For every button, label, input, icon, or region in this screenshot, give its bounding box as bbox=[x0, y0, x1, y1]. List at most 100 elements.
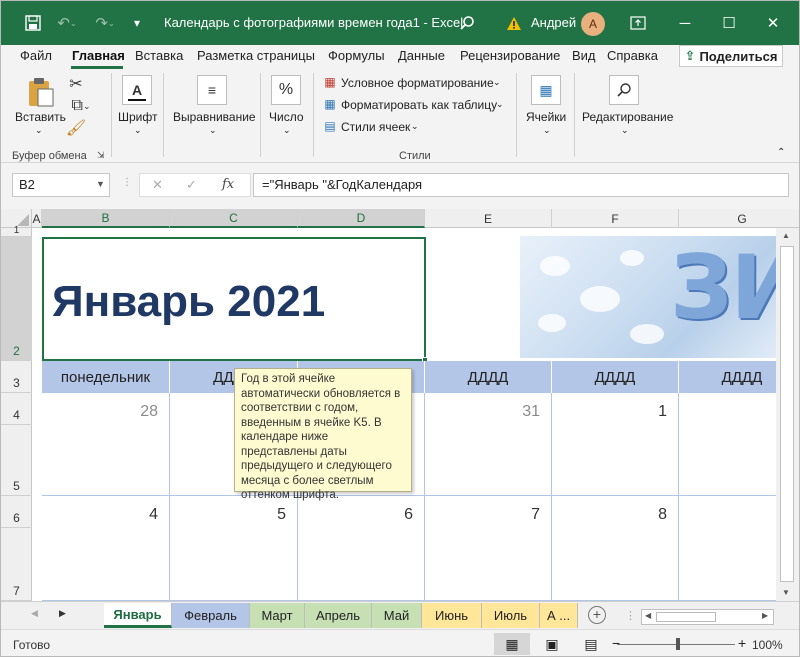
tab-view[interactable]: Вид bbox=[572, 48, 596, 63]
row-header-5[interactable]: 5 bbox=[1, 425, 32, 496]
clipboard-launcher-icon[interactable]: ⇲ bbox=[97, 150, 105, 161]
alignment-dropdown-icon[interactable]: ⌄ bbox=[209, 125, 217, 136]
sheet-tab-january[interactable]: Январь bbox=[104, 603, 172, 628]
cell-styles-dropdown-icon[interactable]: ⌄ bbox=[411, 121, 419, 132]
avatar[interactable]: А bbox=[581, 12, 605, 36]
scroll-up-icon[interactable]: ▲ bbox=[782, 231, 790, 240]
vertical-scrollbar[interactable]: ▲ ▼ bbox=[776, 228, 799, 601]
row-header-7[interactable]: 7 bbox=[1, 528, 32, 601]
page-break-view-icon[interactable]: ▤ bbox=[576, 633, 606, 655]
share-button[interactable]: ⇪ Поделиться bbox=[679, 45, 783, 67]
zoom-level[interactable]: 100% bbox=[752, 638, 783, 652]
format-as-table-dropdown-icon[interactable]: ⌄ bbox=[496, 99, 504, 110]
collapse-ribbon-icon[interactable]: ⌃ bbox=[777, 147, 785, 158]
warning-icon[interactable] bbox=[504, 11, 524, 35]
search-icon[interactable] bbox=[457, 11, 477, 35]
paste-dropdown-icon[interactable]: ⌄ bbox=[35, 125, 43, 136]
tab-data[interactable]: Данные bbox=[398, 48, 445, 63]
maximize-icon[interactable]: ☐ bbox=[717, 11, 741, 35]
zoom-out-icon[interactable]: − bbox=[612, 635, 620, 651]
number-label[interactable]: Число bbox=[269, 110, 304, 124]
normal-view-icon[interactable]: ▦ bbox=[494, 633, 530, 655]
row-header-1[interactable]: 1 bbox=[1, 225, 32, 237]
editing-label[interactable]: Редактирование bbox=[582, 110, 673, 124]
save-icon[interactable] bbox=[21, 11, 45, 35]
tab-page-layout[interactable]: Разметка страницы bbox=[197, 48, 315, 63]
column-header-d[interactable]: D bbox=[298, 209, 425, 228]
paste-icon[interactable] bbox=[23, 75, 59, 109]
page-layout-view-icon[interactable]: ▣ bbox=[537, 633, 567, 655]
tab-review[interactable]: Рецензирование bbox=[460, 48, 560, 63]
column-header-f[interactable]: F bbox=[552, 209, 679, 228]
calendar-day-cell[interactable]: 8 bbox=[552, 496, 679, 601]
calendar-day-cell[interactable]: 6 bbox=[298, 496, 425, 601]
day-header[interactable]: ДДДД bbox=[552, 361, 679, 393]
zoom-slider-thumb[interactable] bbox=[676, 638, 680, 650]
conditional-formatting-dropdown-icon[interactable]: ⌄ bbox=[493, 77, 501, 88]
row-header-4[interactable]: 4 bbox=[1, 393, 32, 425]
calendar-day-cell[interactable]: 1 bbox=[552, 393, 679, 496]
cell-styles-icon[interactable]: ▤ bbox=[322, 118, 338, 134]
cells-label[interactable]: Ячейки bbox=[526, 110, 566, 124]
font-label[interactable]: Шрифт bbox=[118, 110, 157, 124]
ribbon-display-icon[interactable] bbox=[627, 11, 649, 35]
paste-label[interactable]: Вставить bbox=[15, 110, 66, 124]
sheet-tab-may[interactable]: Май bbox=[372, 603, 422, 628]
row-header-6[interactable]: 6 bbox=[1, 496, 32, 528]
day-header[interactable]: ДДДД bbox=[679, 361, 776, 393]
column-header-b[interactable]: B bbox=[42, 209, 170, 228]
row-header-3[interactable]: 3 bbox=[1, 361, 32, 393]
sheet-tab-july[interactable]: Июль bbox=[482, 603, 540, 628]
calendar-day-cell[interactable]: 4 bbox=[42, 496, 170, 601]
prev-sheet-icon[interactable]: ◀ bbox=[31, 608, 38, 619]
percent-icon[interactable]: % bbox=[271, 75, 301, 105]
copy-icon[interactable]: ⧉ ⌄ bbox=[67, 97, 95, 115]
row-header-2[interactable]: 2 bbox=[1, 237, 32, 361]
calendar-day-cell[interactable] bbox=[679, 496, 776, 601]
format-as-table-icon[interactable]: ▦ bbox=[322, 96, 338, 112]
next-sheet-icon[interactable]: ▶ bbox=[59, 608, 66, 619]
user-name[interactable]: Андрей bbox=[531, 15, 576, 30]
cells-icon[interactable]: ▦ bbox=[531, 75, 561, 105]
font-dropdown-icon[interactable]: ⌄ bbox=[134, 125, 142, 136]
number-dropdown-icon[interactable]: ⌄ bbox=[283, 125, 291, 136]
tab-home[interactable]: Главная bbox=[72, 48, 125, 63]
day-header[interactable]: ДДДД bbox=[425, 361, 552, 393]
horizontal-scroll-thumb[interactable] bbox=[656, 612, 716, 622]
undo-icon[interactable]: ↶ ⌄ bbox=[53, 11, 81, 35]
font-icon[interactable]: A bbox=[122, 75, 152, 105]
editing-icon[interactable] bbox=[609, 75, 639, 105]
month-title-cell[interactable]: Январь 2021 bbox=[42, 237, 426, 361]
calendar-day-cell[interactable]: 7 bbox=[425, 496, 552, 601]
conditional-formatting-icon[interactable]: ▦ bbox=[322, 74, 338, 90]
name-box-dropdown-icon[interactable]: ▼ bbox=[96, 179, 105, 189]
insert-function-icon[interactable]: fx bbox=[222, 177, 234, 192]
close-icon[interactable]: ✕ bbox=[761, 11, 785, 35]
horizontal-scrollbar[interactable]: ◀ ▶ bbox=[641, 609, 774, 625]
cells-dropdown-icon[interactable]: ⌄ bbox=[543, 125, 551, 136]
sheet-tab-april[interactable]: Апрель bbox=[305, 603, 372, 628]
tab-split-grip-icon[interactable]: ⋮ bbox=[625, 609, 636, 622]
calendar-day-cell[interactable] bbox=[679, 393, 776, 496]
calendar-day-cell[interactable]: 28 bbox=[42, 393, 170, 496]
minimize-icon[interactable]: ─ bbox=[673, 11, 697, 35]
scroll-right-icon[interactable]: ▶ bbox=[762, 611, 768, 620]
column-header-c[interactable]: C bbox=[170, 209, 298, 228]
scroll-left-icon[interactable]: ◀ bbox=[645, 611, 651, 620]
conditional-formatting-label[interactable]: Условное форматирование bbox=[341, 76, 494, 90]
cut-icon[interactable]: ✂ bbox=[67, 75, 85, 93]
tab-help[interactable]: Справка bbox=[607, 48, 658, 63]
cell-styles-label[interactable]: Стили ячеек bbox=[341, 120, 410, 134]
redo-icon[interactable]: ↷ ⌄ bbox=[91, 11, 119, 35]
zoom-in-icon[interactable]: + bbox=[738, 635, 746, 651]
column-header-g[interactable]: G bbox=[679, 209, 799, 228]
day-header[interactable]: понедельник bbox=[42, 361, 170, 393]
formula-input[interactable]: ="Январь "&ГодКалендаря bbox=[253, 173, 789, 197]
scroll-down-icon[interactable]: ▼ bbox=[782, 588, 790, 597]
alignment-label[interactable]: Выравнивание bbox=[173, 110, 256, 124]
tab-formulas[interactable]: Формулы bbox=[328, 48, 385, 63]
column-header-a[interactable]: A bbox=[32, 209, 42, 228]
sheet-tab-more[interactable]: А ... bbox=[540, 603, 578, 628]
add-sheet-icon[interactable]: + bbox=[588, 606, 606, 624]
customize-toolbar-icon[interactable]: ▾ bbox=[127, 11, 147, 35]
